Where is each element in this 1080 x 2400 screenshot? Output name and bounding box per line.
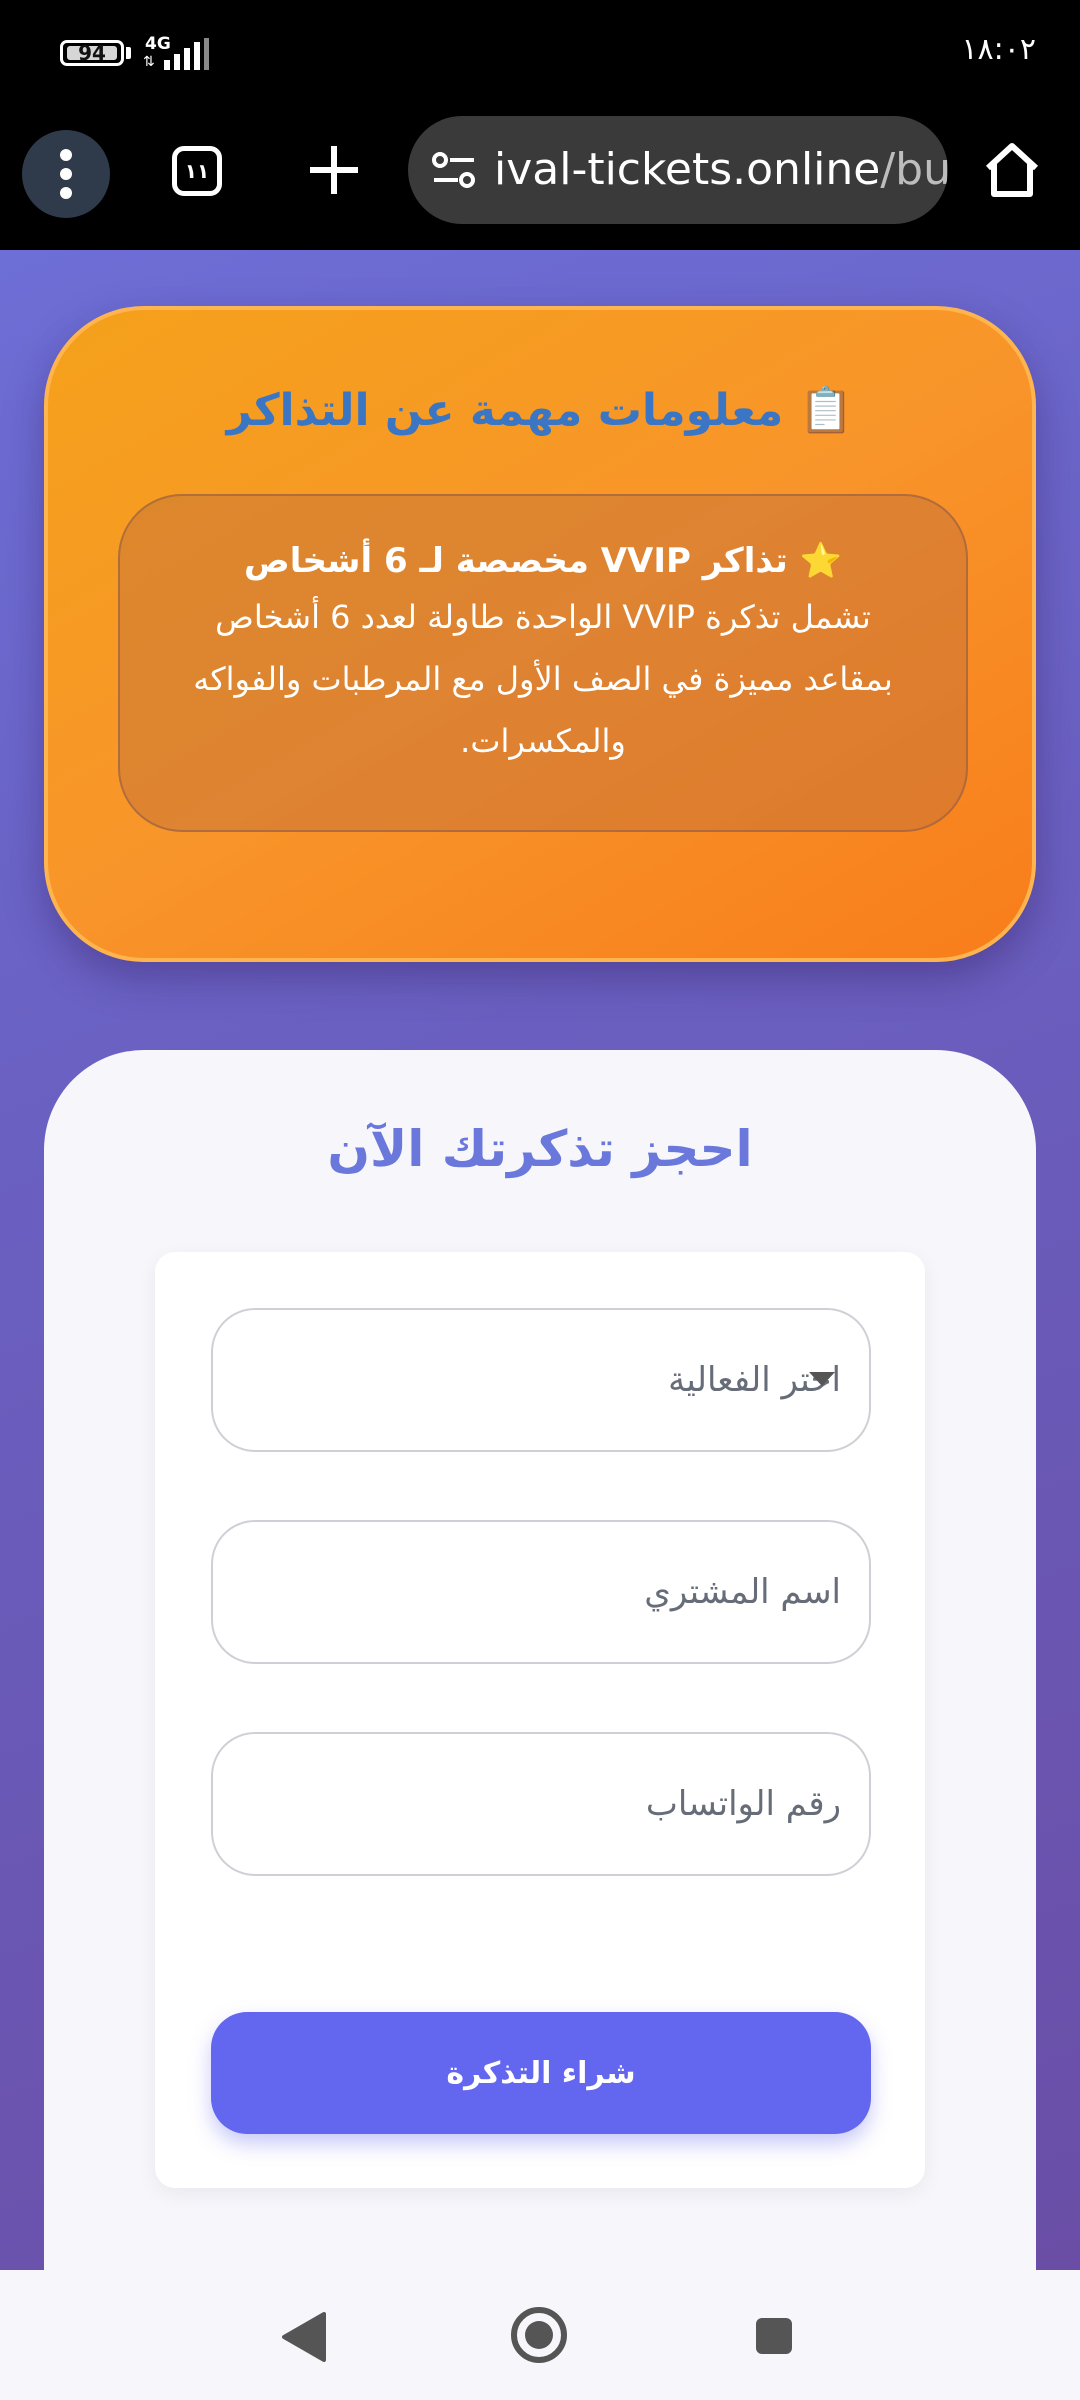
url-path: /buy	[880, 144, 948, 195]
url-host: ival-tickets.online	[494, 144, 881, 195]
tab-count: ١١	[184, 159, 210, 183]
buyer-name-input[interactable]: اسم المشتري	[211, 1520, 871, 1664]
buyer-name-placeholder: اسم المشتري	[644, 1572, 841, 1612]
booking-title: احجز تذكرتك الآن	[327, 1120, 753, 1178]
booking-card: احجز تذكرتك الآن اختر الفعالية اسم المشت…	[44, 1050, 1036, 2270]
home-button[interactable]	[982, 140, 1042, 200]
recents-button[interactable]	[754, 2316, 794, 2356]
site-settings-icon[interactable]	[432, 150, 476, 190]
tabs-button[interactable]: ١١	[172, 146, 222, 196]
system-nav-bar	[0, 2270, 1080, 2400]
web-page: 📋 معلومات مهمة عن التذاكر ⭐ تذاكر VVIP م…	[0, 250, 1080, 2270]
buy-ticket-button[interactable]: شراء التذكرة	[211, 2012, 871, 2134]
new-tab-button[interactable]	[306, 142, 362, 198]
booking-form: اختر الفعالية اسم المشتري رقم الواتساب ش…	[155, 1252, 925, 2188]
status-bar: 94 4G ⇅ ١٨:٠٢	[0, 0, 1080, 110]
home-nav-button[interactable]	[510, 2306, 568, 2364]
battery-level: 94	[78, 41, 106, 65]
vvip-description: تشمل تذكرة VVIP الواحدة طاولة لعدد 6 أشخ…	[193, 598, 893, 760]
whatsapp-input[interactable]: رقم الواتساب	[211, 1732, 871, 1876]
menu-button[interactable]	[22, 130, 110, 218]
browser-toolbar: ١١ ival-tickets.online/buy	[0, 110, 1080, 250]
data-activity-icon: ⇅	[143, 54, 155, 70]
info-card: 📋 معلومات مهمة عن التذاكر ⭐ تذاكر VVIP م…	[44, 306, 1036, 962]
address-bar[interactable]: ival-tickets.online/buy	[408, 116, 948, 224]
info-title: 📋 معلومات مهمة عن التذاكر	[226, 385, 854, 436]
battery-tip	[126, 47, 131, 59]
event-select[interactable]: اختر الفعالية	[211, 1308, 871, 1452]
vvip-heading: ⭐ تذاكر VVIP مخصصة لـ 6 أشخاص	[244, 541, 842, 581]
clock: ١٨:٠٢	[961, 32, 1036, 67]
whatsapp-placeholder: رقم الواتساب	[645, 1784, 841, 1824]
chevron-down-icon	[809, 1372, 835, 1386]
info-box: ⭐ تذاكر VVIP مخصصة لـ 6 أشخاص تشمل تذكرة…	[118, 494, 968, 832]
more-vertical-icon	[60, 149, 72, 199]
battery-icon: 94	[60, 40, 124, 66]
signal-icon	[164, 38, 209, 70]
url-text[interactable]: ival-tickets.online/buy	[494, 142, 948, 198]
back-button[interactable]	[280, 2312, 326, 2362]
